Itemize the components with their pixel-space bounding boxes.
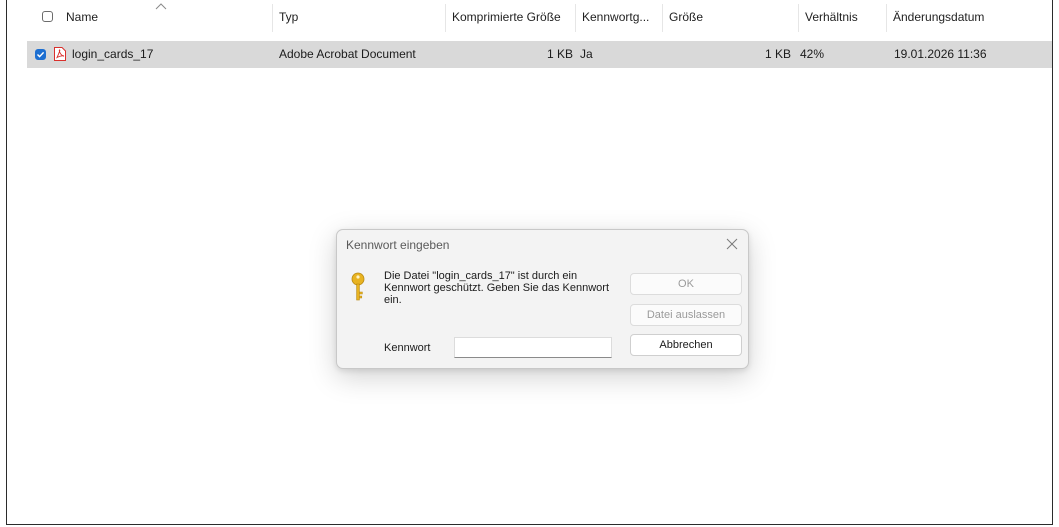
- file-size: 1 KB: [764, 47, 791, 61]
- cancel-button[interactable]: Abbrechen: [630, 334, 742, 356]
- file-name: login_cards_17: [72, 47, 154, 61]
- row-checkbox[interactable]: [35, 49, 46, 60]
- dialog-message: Die Datei "login_cards_17" ist durch ein…: [384, 270, 610, 306]
- file-compressed-size: 1 KB: [546, 47, 573, 61]
- column-size[interactable]: Größe: [663, 0, 798, 34]
- skip-file-button[interactable]: Datei auslassen: [630, 304, 742, 326]
- close-icon[interactable]: [725, 237, 739, 251]
- password-input[interactable]: [454, 337, 612, 358]
- column-password[interactable]: Kennwortg...: [576, 0, 662, 34]
- ok-button[interactable]: OK: [630, 273, 742, 295]
- column-name[interactable]: Name: [60, 0, 270, 34]
- column-modified[interactable]: Änderungsdatum: [887, 0, 1047, 34]
- select-all-checkbox[interactable]: [42, 11, 53, 22]
- password-dialog: Kennwort eingeben Die Datei "login_cards…: [336, 229, 749, 369]
- file-list-window: Name Typ Komprimierte Größe Kennwortg...…: [6, 0, 1053, 525]
- pdf-icon: [54, 47, 66, 61]
- checkmark-icon: [37, 51, 45, 58]
- column-compressed-size[interactable]: Komprimierte Größe: [446, 0, 574, 34]
- password-label: Kennwort: [384, 342, 431, 354]
- column-header: Name Typ Komprimierte Größe Kennwortg...…: [7, 0, 1052, 34]
- file-password: Ja: [580, 47, 593, 61]
- file-modified: 19.01.2026 11:36: [894, 47, 987, 61]
- table-row[interactable]: login_cards_17 Adobe Acrobat Document 1 …: [27, 41, 1052, 68]
- key-icon: [351, 272, 365, 301]
- column-type[interactable]: Typ: [273, 0, 443, 34]
- file-ratio: 42%: [800, 47, 825, 61]
- dialog-title: Kennwort eingeben: [346, 238, 450, 252]
- column-ratio[interactable]: Verhältnis: [799, 0, 886, 34]
- file-type: Adobe Acrobat Document: [279, 47, 416, 61]
